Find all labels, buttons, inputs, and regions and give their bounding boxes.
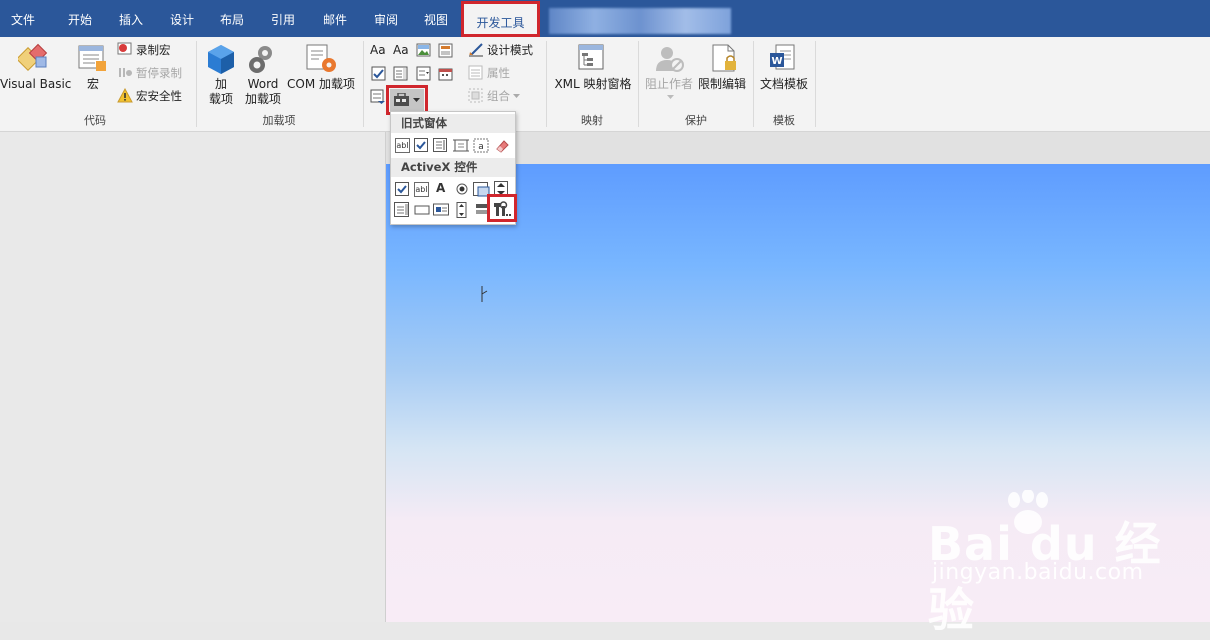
macro-security-label: 宏安全性 (136, 89, 182, 103)
separator (753, 41, 754, 127)
com-addins-button[interactable]: COM 加载项 (285, 77, 357, 92)
com-addins-icon (306, 44, 336, 72)
design-mode-label: 设计模式 (487, 43, 533, 57)
separator (815, 41, 816, 127)
ribbon-developer: Visual Basic 宏 录制宏 暂停录制 宏安全性 代码 加 载项 Wor… (0, 37, 1210, 132)
separator (638, 41, 639, 127)
group-label-addins: 加载项 (262, 114, 296, 127)
dropdown-arrow-icon (513, 93, 520, 98)
word-addins-line2[interactable]: 加载项 (242, 92, 284, 107)
tab-view[interactable]: 视图 (412, 0, 460, 37)
activex-scroll-bar[interactable] (456, 202, 468, 219)
svg-text:W: W (771, 56, 782, 67)
tab-home[interactable]: 开始 (56, 0, 104, 37)
restrict-editing-icon (712, 44, 736, 72)
tab-file[interactable]: 文件 (0, 0, 46, 37)
properties-label: 属性 (487, 66, 510, 80)
separator (546, 41, 547, 127)
activex-text-box[interactable]: abl (414, 182, 429, 197)
group-button[interactable]: 组合 (468, 88, 520, 104)
warning-icon (117, 88, 133, 103)
restrict-editing-button[interactable]: 限制编辑 (696, 77, 748, 92)
activex-toggle-button[interactable] (414, 203, 431, 217)
tab-mailings[interactable]: 邮件 (311, 0, 359, 37)
separator (196, 41, 197, 127)
svg-text:a: a (478, 142, 484, 152)
more-controls-highlight (487, 194, 517, 222)
activex-label[interactable]: A (436, 181, 445, 195)
tab-review[interactable]: 审阅 (362, 0, 410, 37)
addins-button-line1[interactable]: 加 (208, 77, 234, 92)
design-mode-button[interactable]: 设计模式 (468, 42, 533, 58)
tab-developer[interactable]: 开发工具 (461, 1, 540, 37)
picture-content-control-icon[interactable] (416, 43, 432, 59)
activex-controls-header: ActiveX 控件 (391, 158, 515, 177)
dropdown-arrow-icon (667, 95, 674, 99)
watermark-url-text: jingyan.baidu.com (932, 560, 1144, 585)
tab-references[interactable]: 引用 (259, 0, 307, 37)
tab-insert[interactable]: 插入 (107, 0, 155, 37)
macro-security-button[interactable]: 宏安全性 (117, 88, 182, 104)
xml-mapping-pane-button[interactable]: XML 映射窗格 (552, 77, 634, 92)
navigation-pane (0, 132, 386, 622)
toolbox-icon (394, 93, 409, 106)
group-label: 组合 (487, 89, 510, 103)
xml-mapping-pane-icon (578, 44, 604, 70)
separator (363, 41, 364, 127)
legacy-tools-button[interactable] (390, 89, 424, 111)
addins-button-line2[interactable]: 载项 (206, 92, 236, 107)
ribbon-tab-bar: 文件 开始 插入 设计 布局 引用 邮件 审阅 视图 开发工具 (0, 0, 1210, 37)
block-authors-button[interactable]: 阻止作者 (643, 77, 695, 92)
baidu-watermark: Bai du 经验 jingyan.baidu.com (928, 490, 1198, 637)
plain-text-content-control-icon[interactable]: Aa (393, 43, 409, 57)
legacy-text-form-field[interactable]: abl (395, 138, 410, 153)
word-addins-line1[interactable]: Word (242, 77, 284, 92)
record-macro-button[interactable]: 录制宏 (117, 42, 171, 58)
group-label-mapping: 映射 (581, 114, 603, 127)
legacy-checkbox-form-field[interactable] (414, 138, 429, 153)
dropdown-arrow-icon (413, 98, 420, 102)
activex-checkbox[interactable] (395, 182, 410, 197)
legacy-form-field-shading[interactable]: a (473, 138, 489, 153)
combo-box-content-control-icon[interactable] (393, 66, 409, 82)
repeating-section-content-control-icon[interactable] (370, 89, 386, 105)
rich-text-content-control-icon[interactable]: Aa (370, 43, 386, 57)
legacy-forms-header: 旧式窗体 (391, 114, 515, 133)
addins-icon (208, 45, 234, 74)
activex-list-box[interactable] (433, 202, 450, 218)
dropdown-list-content-control-icon[interactable] (416, 66, 432, 82)
group-label-templates: 模板 (773, 114, 795, 127)
block-authors-icon (656, 47, 684, 72)
pause-recording-label: 暂停录制 (136, 66, 182, 80)
record-macro-icon (117, 42, 132, 55)
tab-layout[interactable]: 布局 (208, 0, 256, 37)
checkbox-content-control-icon[interactable] (371, 66, 387, 82)
record-macro-label: 录制宏 (136, 43, 171, 57)
pause-recording-button[interactable]: 暂停录制 (117, 65, 182, 81)
group-icon (468, 88, 483, 103)
date-picker-content-control-icon[interactable] (438, 66, 454, 82)
properties-icon (468, 65, 483, 80)
group-label-protect: 保护 (685, 114, 707, 127)
document-template-icon: W (770, 44, 795, 70)
building-block-gallery-icon[interactable] (438, 43, 454, 59)
text-cursor-icon (481, 286, 488, 302)
reset-form-fields-eraser-icon[interactable] (494, 138, 510, 153)
pause-icon (119, 68, 132, 77)
legacy-insert-frame[interactable] (453, 138, 469, 153)
word-addins-gear-icon (249, 46, 272, 73)
tab-design[interactable]: 设计 (158, 0, 206, 37)
document-template-button[interactable]: 文档模板 (758, 77, 810, 92)
macros-icon (78, 45, 106, 71)
macros-button[interactable]: 宏 (80, 77, 106, 92)
visual-basic-button[interactable]: Visual Basic (0, 77, 71, 92)
activex-combo-box[interactable] (394, 202, 411, 218)
design-mode-icon (469, 43, 483, 57)
legacy-dropdown-form-field[interactable] (433, 138, 448, 153)
visual-basic-icon (18, 43, 48, 72)
blurred-user-area (549, 8, 731, 34)
properties-button[interactable]: 属性 (468, 65, 510, 81)
group-label-code: 代码 (84, 114, 106, 127)
activex-option-button[interactable] (455, 182, 470, 197)
